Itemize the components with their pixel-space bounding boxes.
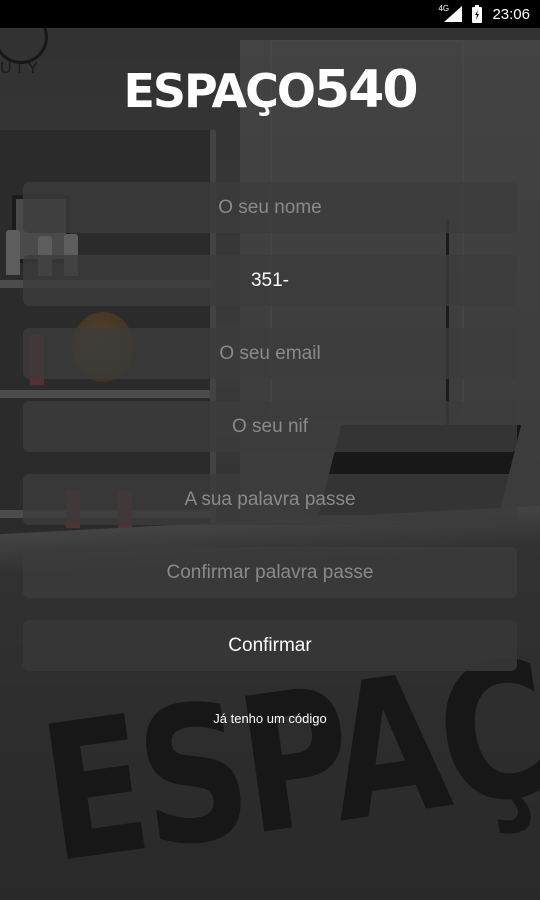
- confirm-password-input[interactable]: [23, 547, 517, 598]
- app-logo: ESPAÇO540: [0, 60, 540, 120]
- confirm-button[interactable]: Confirmar: [23, 620, 517, 671]
- nif-input[interactable]: [23, 401, 517, 452]
- phone-input[interactable]: [23, 255, 517, 306]
- logo-number: 540: [313, 60, 419, 120]
- have-code-link[interactable]: Já tenho um código: [0, 711, 540, 726]
- signal-icon: 4G: [438, 4, 463, 22]
- password-input[interactable]: [23, 474, 517, 525]
- registration-form: Confirmar: [23, 182, 517, 671]
- clock: 23:06: [492, 5, 530, 23]
- network-type: 4G: [438, 4, 450, 13]
- logo-text: ESPAÇO: [123, 64, 316, 118]
- battery-icon: [472, 5, 483, 23]
- name-input[interactable]: [23, 182, 517, 233]
- email-input[interactable]: [23, 328, 517, 379]
- status-bar: 4G 23:06: [0, 0, 540, 28]
